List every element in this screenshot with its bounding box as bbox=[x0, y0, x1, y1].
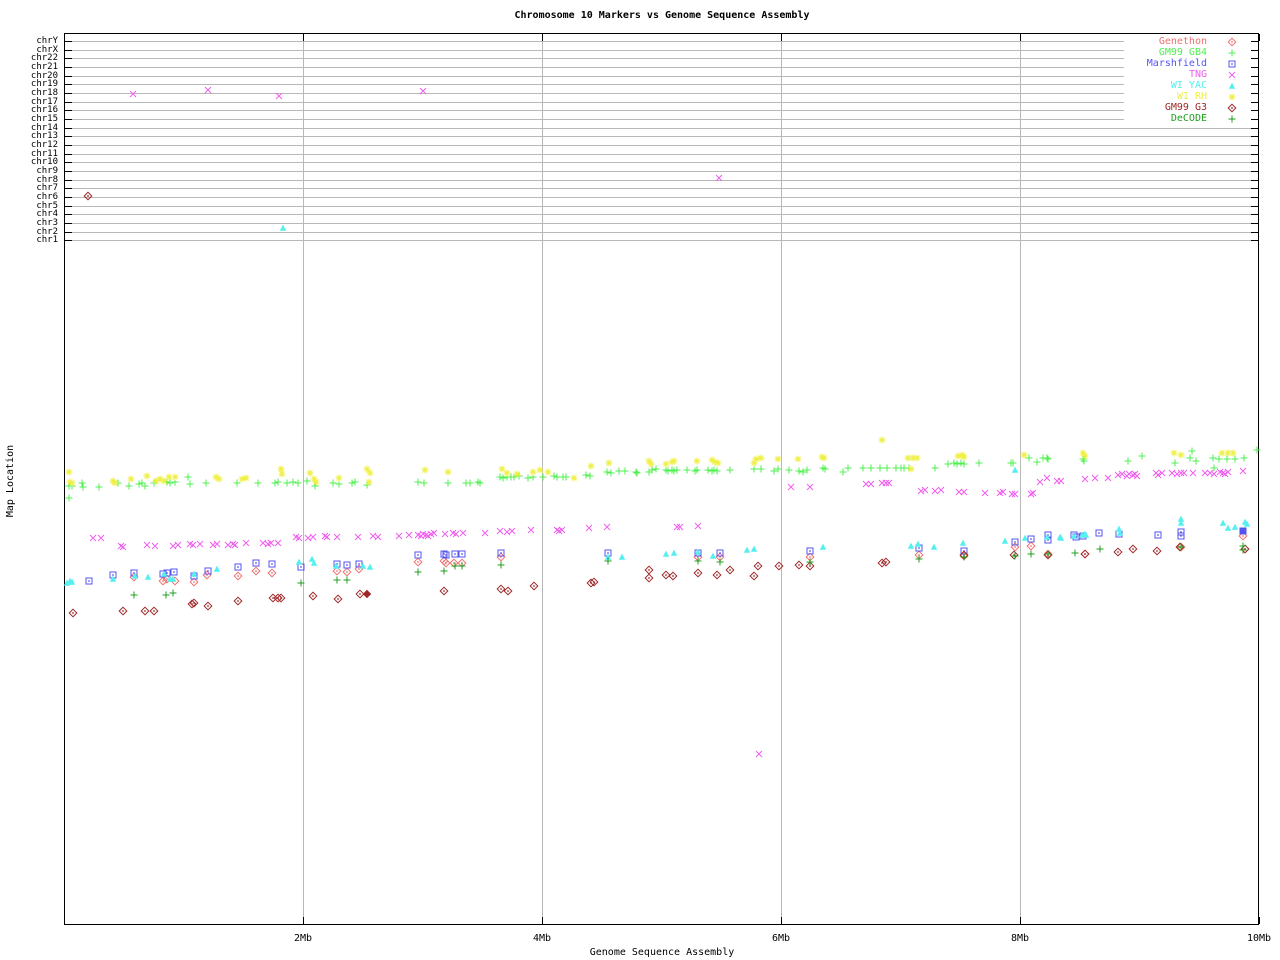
chart-title: Chromosome 10 Markers vs Genome Sequence… bbox=[514, 10, 810, 21]
y-tick-left bbox=[65, 232, 72, 233]
y-tick-left bbox=[65, 214, 72, 215]
y-tick-left bbox=[65, 93, 72, 94]
x-tick-label: 8Mb bbox=[1010, 933, 1030, 944]
x-tick-bottom bbox=[1259, 917, 1260, 924]
x-tick-bottom bbox=[1020, 917, 1021, 924]
y-axis-title: Map Location bbox=[5, 444, 16, 518]
y-tick-right bbox=[1251, 154, 1258, 155]
y-tick-right bbox=[1251, 162, 1258, 163]
y-tick-right bbox=[1251, 93, 1258, 94]
x-tick-label: 10Mb bbox=[1246, 933, 1272, 944]
y-tick-left bbox=[65, 67, 72, 68]
y-tick-right bbox=[1251, 41, 1258, 42]
y-tick-right bbox=[1251, 180, 1258, 181]
y-tick-left bbox=[65, 180, 72, 181]
y-tick-right bbox=[1251, 136, 1258, 137]
y-tick-left bbox=[65, 240, 72, 241]
y-tick-left bbox=[65, 154, 72, 155]
y-tick-right bbox=[1251, 223, 1258, 224]
y-tick-left bbox=[65, 197, 72, 198]
y-tick-left bbox=[65, 206, 72, 207]
y-tick-left bbox=[65, 58, 72, 59]
x-tick-label: 6Mb bbox=[771, 933, 791, 944]
y-tick-right bbox=[1251, 206, 1258, 207]
x-tick-top bbox=[1259, 34, 1260, 41]
y-tick-right bbox=[1251, 58, 1258, 59]
x-axis-title: Genome Sequence Assembly bbox=[589, 947, 735, 958]
y-tick-right bbox=[1251, 214, 1258, 215]
y-tick-right bbox=[1251, 50, 1258, 51]
y-tick-left bbox=[65, 145, 72, 146]
x-tick-label: 4Mb bbox=[532, 933, 552, 944]
chart-canvas: Chromosome 10 Markers vs Genome Sequence… bbox=[0, 0, 1280, 960]
y-tick-left bbox=[65, 110, 72, 111]
y-tick-left bbox=[65, 162, 72, 163]
y-tick-right bbox=[1251, 188, 1258, 189]
y-tick-right bbox=[1251, 145, 1258, 146]
y-tick-left bbox=[65, 50, 72, 51]
y-tick-right bbox=[1251, 84, 1258, 85]
y-tick-left bbox=[65, 84, 72, 85]
y-tick-right bbox=[1251, 171, 1258, 172]
y-tick-right bbox=[1251, 119, 1258, 120]
y-tick-left bbox=[65, 76, 72, 77]
y-tick-right bbox=[1251, 102, 1258, 103]
y-tick-left bbox=[65, 119, 72, 120]
x-tick-top bbox=[1020, 34, 1021, 41]
y-tick-right bbox=[1251, 76, 1258, 77]
x-tick-bottom bbox=[781, 917, 782, 924]
x-tick-top bbox=[542, 34, 543, 41]
x-tick-label: 2Mb bbox=[293, 933, 313, 944]
y-tick-label: chr1 bbox=[36, 235, 58, 245]
y-tick-left bbox=[65, 188, 72, 189]
y-tick-left bbox=[65, 128, 72, 129]
x-tick-top bbox=[781, 34, 782, 41]
y-tick-right bbox=[1251, 128, 1258, 129]
x-tick-bottom bbox=[303, 917, 304, 924]
y-tick-left bbox=[65, 171, 72, 172]
y-tick-left bbox=[65, 136, 72, 137]
x-tick-top bbox=[303, 34, 304, 41]
y-tick-right bbox=[1251, 110, 1258, 111]
y-tick-right bbox=[1251, 240, 1258, 241]
y-tick-right bbox=[1251, 232, 1258, 233]
x-tick-bottom bbox=[542, 917, 543, 924]
plot-border bbox=[64, 33, 1259, 925]
y-tick-left bbox=[65, 41, 72, 42]
y-tick-left bbox=[65, 102, 72, 103]
y-tick-right bbox=[1251, 197, 1258, 198]
y-tick-left bbox=[65, 223, 72, 224]
y-tick-right bbox=[1251, 67, 1258, 68]
